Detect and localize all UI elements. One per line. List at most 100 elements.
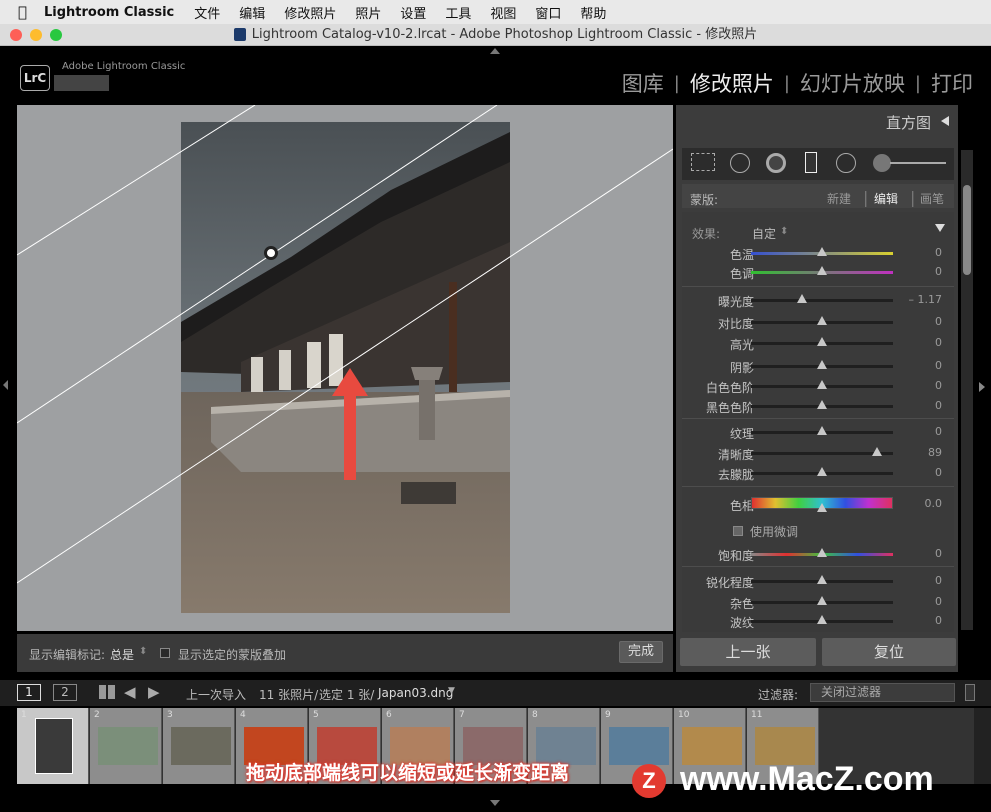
slider-saturation[interactable]: 饱和度 0 <box>682 544 944 564</box>
slider-blacks[interactable]: 黑色色阶 0 <box>682 396 944 416</box>
menu-app-name[interactable]: Lightroom Classic <box>44 5 174 20</box>
slider-hue[interactable]: 色相 0.0 <box>682 494 944 514</box>
forward-arrow-icon[interactable]: ▶ <box>148 683 160 701</box>
slider-thumb[interactable] <box>817 426 827 435</box>
menu-develop[interactable]: 修改照片 <box>284 3 336 22</box>
module-library[interactable]: 图库 <box>622 68 664 98</box>
slider-shadows[interactable]: 阴影 0 <box>682 356 944 376</box>
slider-moire[interactable]: 波纹 0 <box>682 611 944 631</box>
slider-temperature[interactable]: 色温 0 <box>682 243 944 263</box>
menu-help[interactable]: 帮助 <box>580 3 606 22</box>
dropdown-chevron-icon[interactable]: ▼ <box>448 686 455 696</box>
menu-tools[interactable]: 工具 <box>445 3 471 22</box>
slider-thumb[interactable] <box>817 266 827 275</box>
crop-overlay-icon[interactable] <box>691 153 715 171</box>
histogram-collapse-icon[interactable] <box>941 116 949 126</box>
slider-thumb[interactable] <box>817 615 827 624</box>
slider-exposure[interactable]: 曝光度 – 1.17 <box>682 290 944 310</box>
thumb-2[interactable]: 2 <box>90 708 162 784</box>
adjustment-brush-icon[interactable] <box>873 154 891 172</box>
main-window-button[interactable]: 1 <box>17 684 41 701</box>
slider-thumb[interactable] <box>797 294 808 303</box>
mask-edit-button[interactable]: 编辑 <box>874 190 898 207</box>
slider-value[interactable]: 0 <box>935 466 942 479</box>
slider-dehaze[interactable]: 去朦胧 0 <box>682 463 944 483</box>
gradient-pin[interactable] <box>264 246 278 260</box>
filmstrip-filename[interactable]: Japan03.dng <box>378 686 453 700</box>
slider-value[interactable]: 0 <box>935 425 942 438</box>
slider-whites[interactable]: 白色色阶 0 <box>682 376 944 396</box>
show-edit-pins-select[interactable]: 总是 <box>110 646 134 663</box>
slider-clarity[interactable]: 清晰度 89 <box>682 443 944 463</box>
slider-value[interactable]: 0 <box>935 359 942 372</box>
module-develop[interactable]: 修改照片 <box>690 68 774 98</box>
slider-value[interactable]: 0 <box>935 595 942 608</box>
module-slideshow[interactable]: 幻灯片放映 <box>800 68 905 98</box>
slider-thumb[interactable] <box>872 447 883 456</box>
slider-track[interactable] <box>751 299 893 302</box>
slider-thumb[interactable] <box>817 380 827 389</box>
close-window-button[interactable] <box>10 29 22 41</box>
slider-value[interactable]: 0 <box>935 547 942 560</box>
grid-view-icon[interactable] <box>99 685 115 699</box>
filter-select[interactable]: 关闭过滤器 <box>810 683 955 702</box>
slider-value[interactable]: – 1.17 <box>909 293 943 306</box>
slider-value[interactable]: 0 <box>935 399 942 412</box>
slider-thumb[interactable] <box>817 360 827 369</box>
slider-thumb[interactable] <box>817 467 827 476</box>
minimize-window-button[interactable] <box>30 29 42 41</box>
module-print[interactable]: 打印 <box>931 68 973 98</box>
back-arrow-icon[interactable]: ◀ <box>124 683 136 701</box>
slider-noise[interactable]: 杂色 0 <box>682 592 944 612</box>
mask-brush-button[interactable]: 画笔 <box>920 190 944 207</box>
menu-settings[interactable]: 设置 <box>400 3 426 22</box>
zoom-window-button[interactable] <box>50 29 62 41</box>
slider-value[interactable]: 0 <box>935 336 942 349</box>
graduated-filter-icon[interactable] <box>805 152 817 173</box>
menu-edit[interactable]: 编辑 <box>239 3 265 22</box>
mask-new-button[interactable]: 新建 <box>827 190 851 207</box>
apple-icon[interactable]:  <box>18 4 34 20</box>
filmstrip-source[interactable]: 上一次导入 <box>186 686 246 703</box>
collapse-top-panel-icon[interactable] <box>490 48 500 54</box>
done-button[interactable]: 完成 <box>619 641 663 663</box>
slider-thumb[interactable] <box>817 247 827 256</box>
filter-lock-icon[interactable] <box>965 684 975 701</box>
slider-value[interactable]: 0 <box>935 379 942 392</box>
effect-disclosure-icon[interactable] <box>935 224 945 232</box>
slider-value[interactable]: 0 <box>935 315 942 328</box>
histogram-label[interactable]: 直方图 <box>886 112 931 133</box>
slider-thumb[interactable] <box>817 316 827 325</box>
collapse-bottom-panel-icon[interactable] <box>490 800 500 806</box>
collapse-right-panel-icon[interactable] <box>979 382 985 392</box>
effect-preset-select[interactable]: 自定 <box>752 225 776 242</box>
slider-value[interactable]: 0 <box>935 614 942 627</box>
red-eye-icon[interactable] <box>766 153 786 173</box>
menu-photo[interactable]: 照片 <box>355 3 381 22</box>
show-overlay-checkbox[interactable] <box>160 648 170 658</box>
slider-value[interactable]: 0 <box>935 246 942 259</box>
fine-tune-checkbox[interactable] <box>733 526 743 536</box>
slider-value[interactable]: 0 <box>935 265 942 278</box>
slider-thumb[interactable] <box>817 503 827 512</box>
slider-tint[interactable]: 色调 0 <box>682 262 944 282</box>
secondary-window-button[interactable]: 2 <box>53 684 77 701</box>
reset-button[interactable]: 复位 <box>822 638 956 666</box>
slider-value[interactable]: 0.0 <box>925 497 943 510</box>
slider-thumb[interactable] <box>817 400 827 409</box>
slider-thumb[interactable] <box>817 337 827 346</box>
slider-thumb[interactable] <box>817 548 827 557</box>
slider-thumb[interactable] <box>817 596 827 605</box>
previous-button[interactable]: 上一张 <box>680 638 816 666</box>
slider-texture[interactable]: 纹理 0 <box>682 422 944 442</box>
filmstrip-scroll-area[interactable] <box>974 708 991 784</box>
spot-removal-icon[interactable] <box>730 153 750 173</box>
expand-left-panel-icon[interactable] <box>3 380 8 390</box>
slider-sharpness[interactable]: 锐化程度 0 <box>682 571 944 591</box>
panel-scroll-thumb[interactable] <box>963 185 971 275</box>
radial-filter-icon[interactable] <box>836 153 856 173</box>
menu-window[interactable]: 窗口 <box>535 3 561 22</box>
slider-thumb[interactable] <box>817 575 827 584</box>
menu-file[interactable]: 文件 <box>194 3 220 22</box>
slider-contrast[interactable]: 对比度 0 <box>682 312 944 332</box>
